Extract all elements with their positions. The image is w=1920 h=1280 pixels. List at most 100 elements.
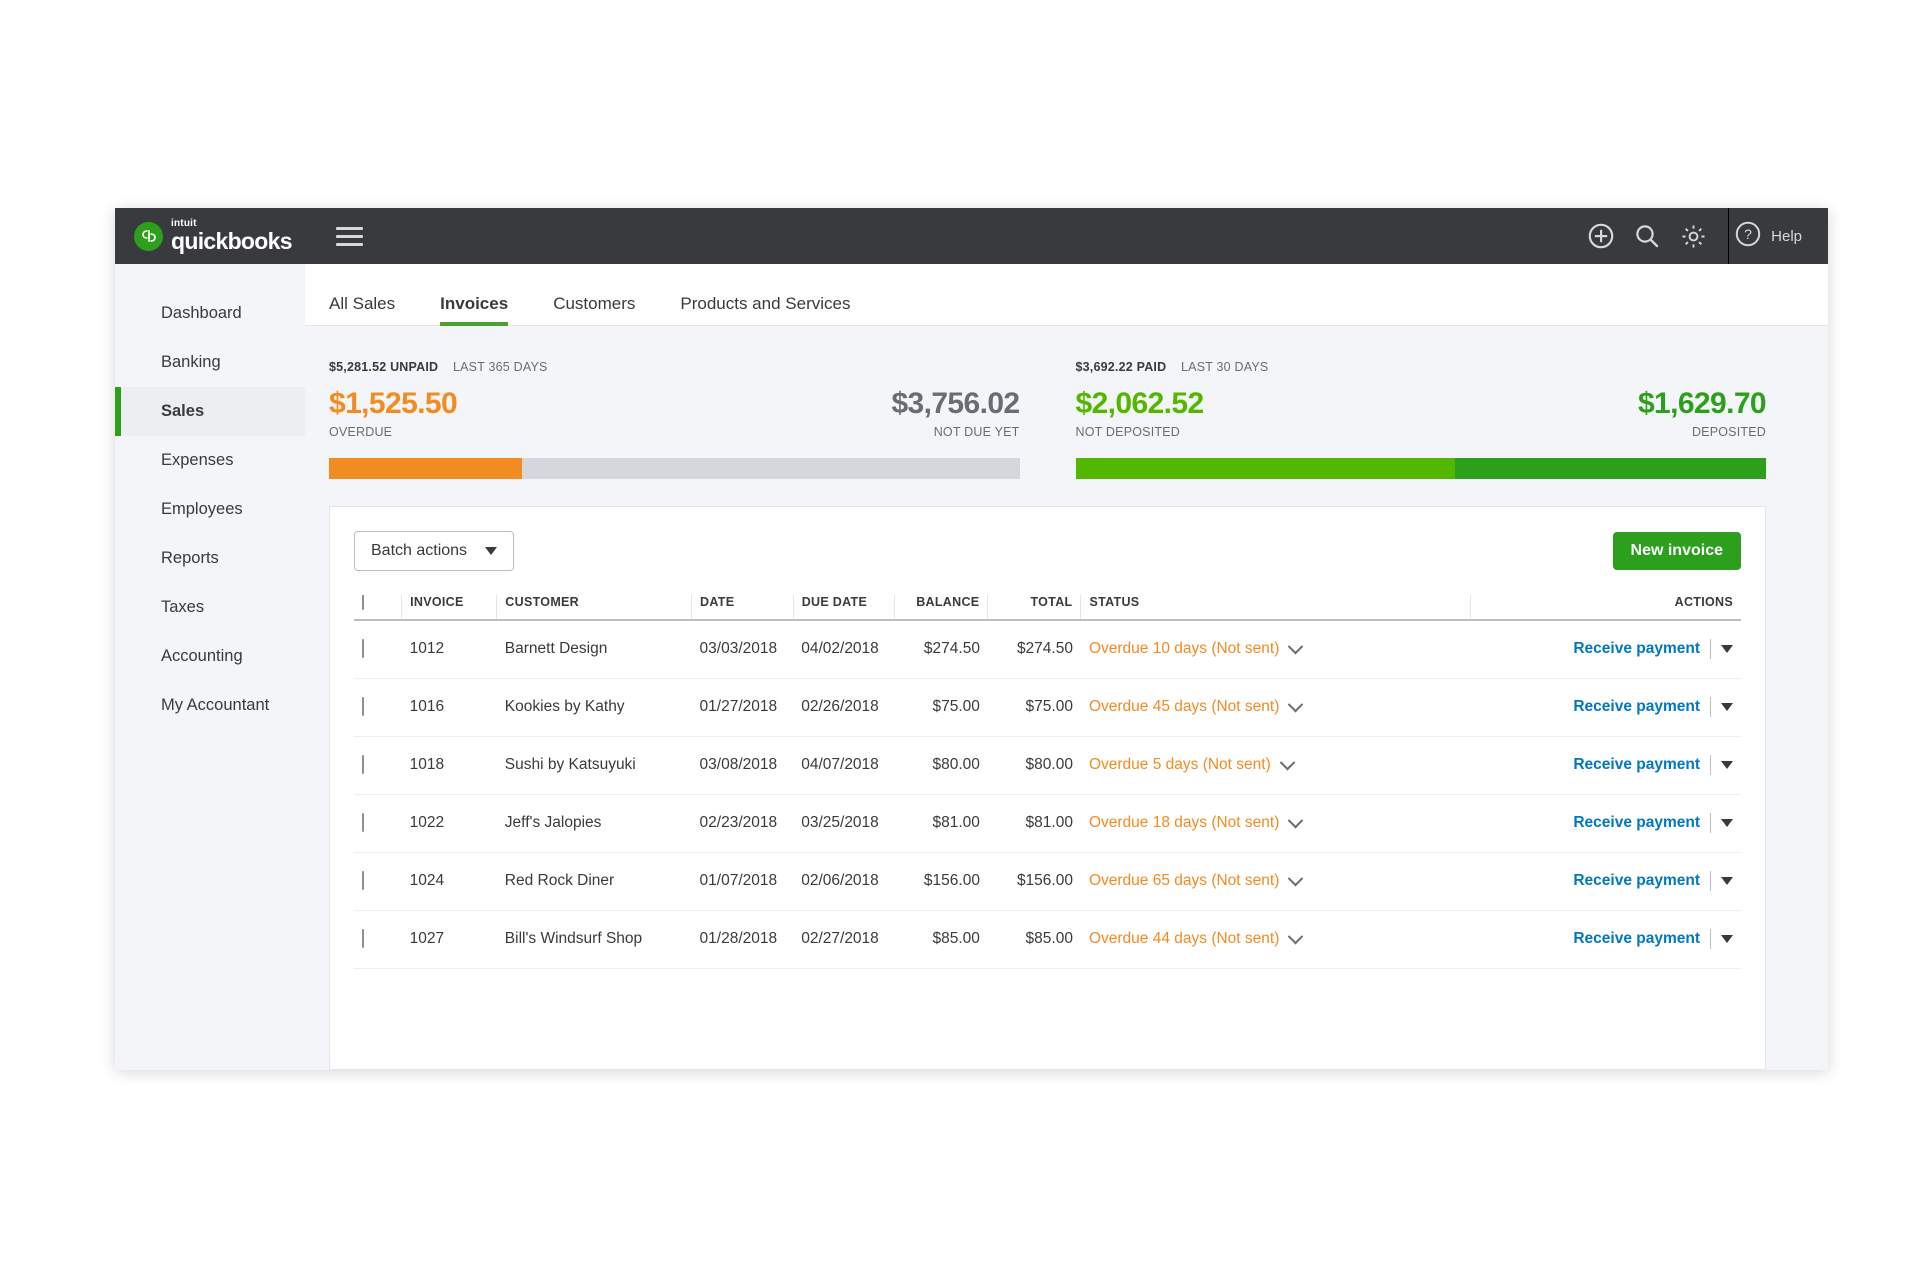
sidebar-item-employees[interactable]: Employees — [115, 485, 305, 534]
row-select-cell — [354, 619, 402, 679]
invoice-table: INVOICE CUSTOMER DATE DUE DATE BALANCE T… — [354, 594, 1741, 969]
receive-payment-link[interactable]: Receive payment — [1573, 872, 1700, 890]
column-header-due-date[interactable]: DUE DATE — [793, 594, 896, 621]
status-badge[interactable]: Overdue 44 days (Not sent) — [1088, 928, 1462, 948]
chevron-down-icon[interactable] — [1288, 870, 1304, 886]
not-due-yet-figure[interactable]: $3,756.02 NOT DUE YET — [891, 389, 1020, 439]
deposited-figure[interactable]: $1,629.70 DEPOSITED — [1638, 389, 1767, 439]
row-checkbox[interactable] — [362, 639, 364, 658]
status-badge[interactable]: Overdue 18 days (Not sent) — [1088, 812, 1462, 832]
sidebar-item-reports[interactable]: Reports — [115, 534, 305, 583]
row-actions-dropdown-icon[interactable] — [1721, 877, 1733, 885]
chevron-down-icon[interactable] — [1288, 638, 1304, 654]
sidebar-item-label: Banking — [161, 353, 221, 371]
cell-actions: Receive payment — [1470, 794, 1741, 853]
column-header-date[interactable]: DATE — [691, 594, 794, 621]
row-checkbox[interactable] — [362, 697, 364, 716]
row-actions-dropdown-icon[interactable] — [1721, 703, 1733, 711]
cell-balance: $81.00 — [894, 794, 988, 853]
status-badge[interactable]: Overdue 10 days (Not sent) — [1089, 638, 1462, 658]
sidebar-item-label: Employees — [161, 500, 243, 518]
table-row[interactable]: 1018 Sushi by Katsuyuki 03/08/2018 04/07… — [354, 736, 1741, 795]
cell-customer: Bill's Windsurf Shop — [496, 910, 692, 969]
sidebar-item-label: Accounting — [161, 647, 243, 665]
sidebar-item-banking[interactable]: Banking — [115, 338, 305, 387]
chevron-down-icon[interactable] — [1288, 696, 1304, 712]
column-header-balance[interactable]: BALANCE — [894, 594, 989, 621]
tab-products-and-services[interactable]: Products and Services — [680, 294, 850, 325]
row-checkbox[interactable] — [362, 929, 364, 948]
cell-due-date: 04/02/2018 — [793, 619, 895, 679]
receive-payment-link[interactable]: Receive payment — [1573, 698, 1700, 716]
cell-date: 03/03/2018 — [691, 619, 794, 679]
row-actions-dropdown-icon[interactable] — [1721, 935, 1733, 943]
row-checkbox[interactable] — [362, 871, 364, 890]
app-body: Dashboard Banking Sales Expenses Employe… — [115, 264, 1828, 1070]
cell-actions: Receive payment — [1470, 736, 1741, 795]
column-header-total[interactable]: TOTAL — [987, 594, 1082, 621]
cell-status: Overdue 10 days (Not sent) — [1080, 619, 1471, 679]
plus-circle-icon[interactable] — [1578, 223, 1624, 249]
sidebar-item-label: Sales — [161, 402, 205, 420]
row-actions-dropdown-icon[interactable] — [1721, 645, 1733, 653]
column-header-customer[interactable]: CUSTOMER — [496, 594, 693, 621]
batch-actions-button[interactable]: Batch actions — [354, 530, 515, 571]
row-actions-dropdown-icon[interactable] — [1721, 761, 1733, 769]
chevron-down-icon[interactable] — [1288, 928, 1304, 944]
cell-invoice: 1018 — [401, 736, 497, 795]
table-row[interactable]: 1016 Kookies by Kathy 01/27/2018 02/26/2… — [354, 678, 1741, 737]
gear-icon[interactable] — [1670, 223, 1716, 250]
cell-status: Overdue 65 days (Not sent) — [1080, 852, 1471, 911]
not-deposited-bar-segment — [1075, 457, 1456, 479]
row-actions-dropdown-icon[interactable] — [1721, 819, 1733, 827]
not-deposited-figure[interactable]: $2,062.52 NOT DEPOSITED — [1076, 389, 1205, 439]
table-row[interactable]: 1027 Bill's Windsurf Shop 01/28/2018 02/… — [354, 910, 1741, 969]
table-row[interactable]: 1012 Barnett Design 03/03/2018 04/02/201… — [354, 619, 1741, 679]
sidebar-item-my-accountant[interactable]: My Accountant — [115, 681, 305, 730]
unpaid-figures: $1,525.50 OVERDUE $3,756.02 NOT DUE YET — [329, 389, 1020, 439]
receive-payment-link[interactable]: Receive payment — [1573, 640, 1700, 658]
receive-payment-link[interactable]: Receive payment — [1573, 756, 1700, 774]
column-header-invoice[interactable]: INVOICE — [401, 594, 498, 621]
table-header-row: INVOICE CUSTOMER DATE DUE DATE BALANCE T… — [354, 594, 1741, 621]
status-badge[interactable]: Overdue 45 days (Not sent) — [1089, 696, 1462, 716]
tab-label: All Sales — [329, 294, 396, 313]
search-icon[interactable] — [1624, 223, 1670, 249]
status-text: Overdue 44 days (Not sent) — [1088, 930, 1280, 947]
select-all-checkbox[interactable] — [362, 594, 364, 610]
help-label: Help — [1771, 227, 1802, 245]
help-button[interactable]: ? Help — [1735, 221, 1828, 252]
row-checkbox[interactable] — [362, 813, 364, 832]
cell-actions: Receive payment — [1470, 910, 1741, 969]
overdue-figure[interactable]: $1,525.50 OVERDUE — [329, 389, 458, 439]
unpaid-period-label: LAST 365 DAYS — [452, 360, 548, 374]
hamburger-icon[interactable] — [335, 222, 363, 251]
receive-payment-link[interactable]: Receive payment — [1573, 814, 1700, 832]
cell-total: $75.00 — [987, 678, 1081, 737]
table-row[interactable]: 1022 Jeff's Jalopies 02/23/2018 03/25/20… — [354, 794, 1741, 853]
sidebar-item-dashboard[interactable]: Dashboard — [115, 289, 305, 338]
qb-logo-icon — [134, 221, 163, 251]
row-actions: Receive payment — [1478, 871, 1733, 891]
tab-customers[interactable]: Customers — [553, 294, 635, 325]
row-checkbox[interactable] — [362, 755, 364, 774]
table-row[interactable]: 1024 Red Rock Diner 01/07/2018 02/06/201… — [354, 852, 1741, 911]
column-header-status[interactable]: STATUS — [1080, 594, 1471, 621]
status-badge[interactable]: Overdue 65 days (Not sent) — [1088, 870, 1462, 890]
sidebar-item-accounting[interactable]: Accounting — [115, 632, 305, 681]
chevron-down-icon[interactable] — [1288, 812, 1304, 828]
sidebar-item-expenses[interactable]: Expenses — [115, 436, 305, 485]
paid-summary-heading: $3,692.22 PAID LAST 30 DAYS — [1076, 360, 1767, 374]
status-text: Overdue 18 days (Not sent) — [1088, 814, 1280, 831]
tab-all-sales[interactable]: All Sales — [329, 294, 395, 325]
status-badge[interactable]: Overdue 5 days (Not sent) — [1089, 754, 1462, 774]
new-invoice-button[interactable]: New invoice — [1612, 531, 1741, 570]
receive-payment-link[interactable]: Receive payment — [1573, 930, 1700, 948]
quickbooks-logo[interactable]: intuit quickbooks — [134, 219, 293, 253]
chevron-down-icon[interactable] — [1279, 754, 1296, 770]
unpaid-summary-heading: $5,281.52 UNPAID LAST 365 DAYS — [329, 360, 1020, 374]
tab-invoices[interactable]: Invoices — [440, 294, 509, 326]
sidebar-item-sales[interactable]: Sales — [115, 387, 305, 436]
status-text: Overdue 65 days (Not sent) — [1088, 872, 1280, 889]
sidebar-item-taxes[interactable]: Taxes — [115, 583, 305, 632]
